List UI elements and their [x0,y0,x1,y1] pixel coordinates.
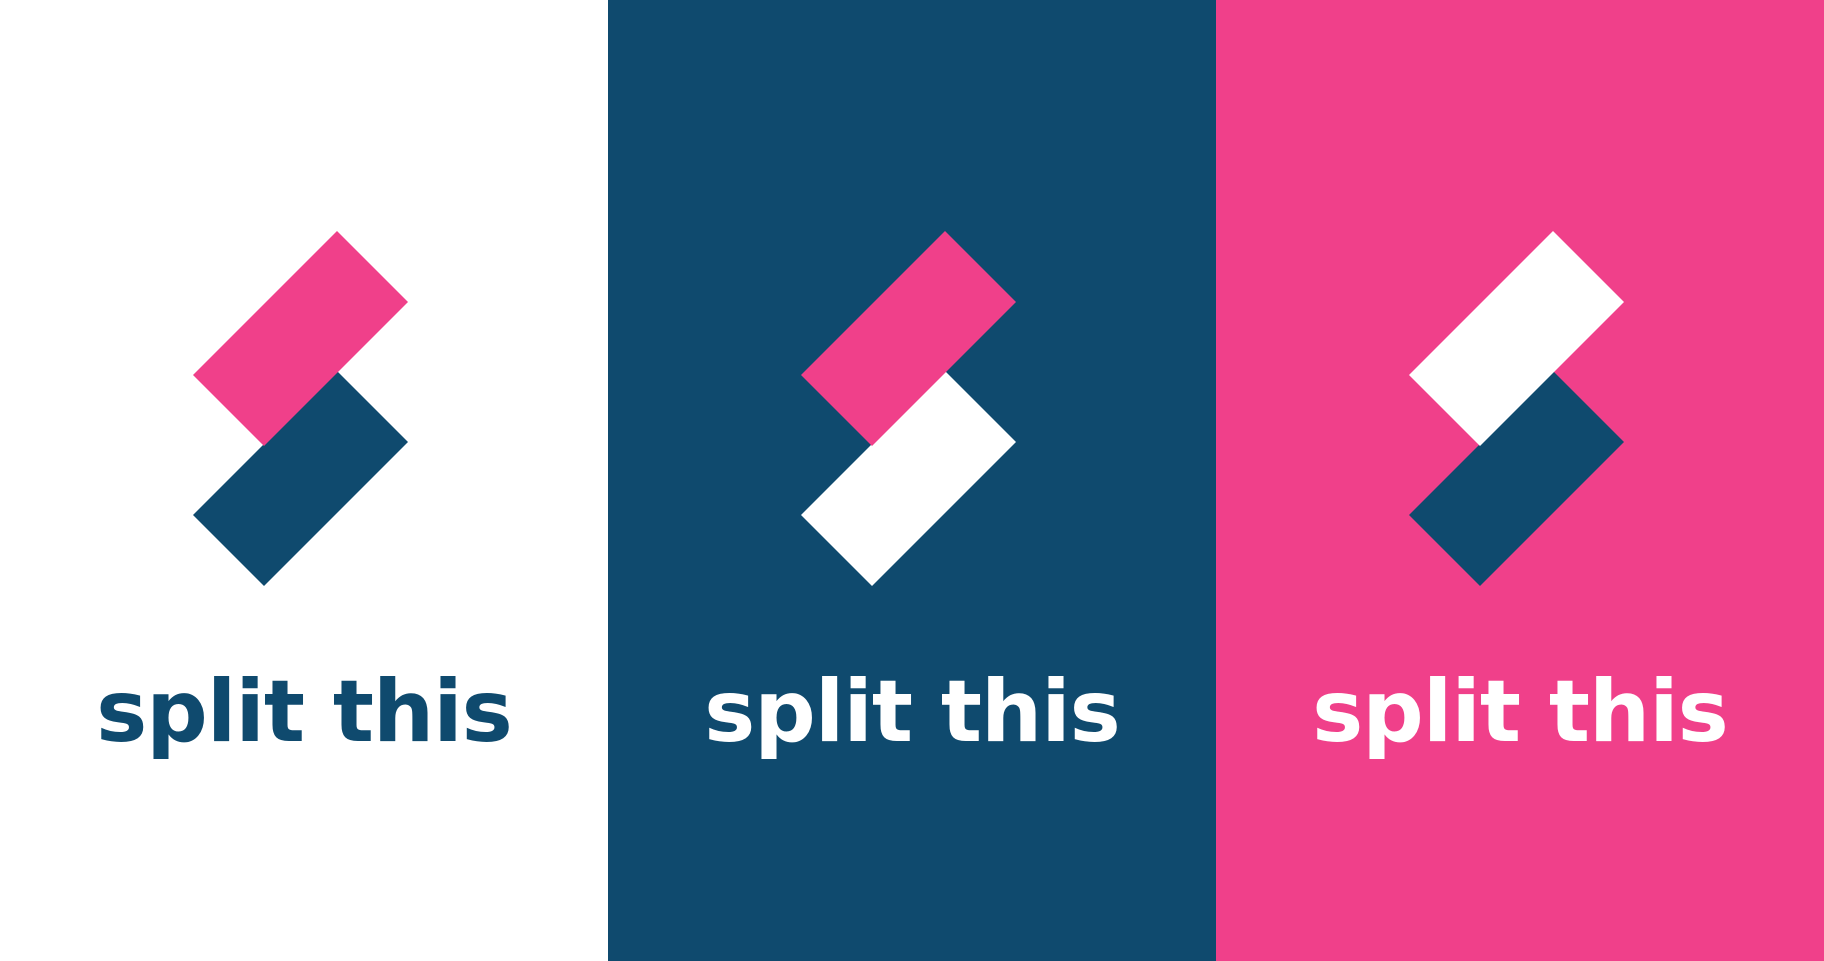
logo-variations-board: split this split this split this [0,0,1824,961]
logo-panel-white: split this [0,0,608,961]
wordmark-text: split this [704,662,1121,762]
split-this-logo-icon [1409,231,1631,588]
wordmark-text: split this [1312,662,1729,762]
wordmark-text: split this [96,662,513,762]
logo-panel-pink: split this [1216,0,1824,961]
split-this-logo-icon [801,231,1023,588]
logo-panel-navy: split this [608,0,1216,961]
split-this-logo-icon [193,231,415,588]
